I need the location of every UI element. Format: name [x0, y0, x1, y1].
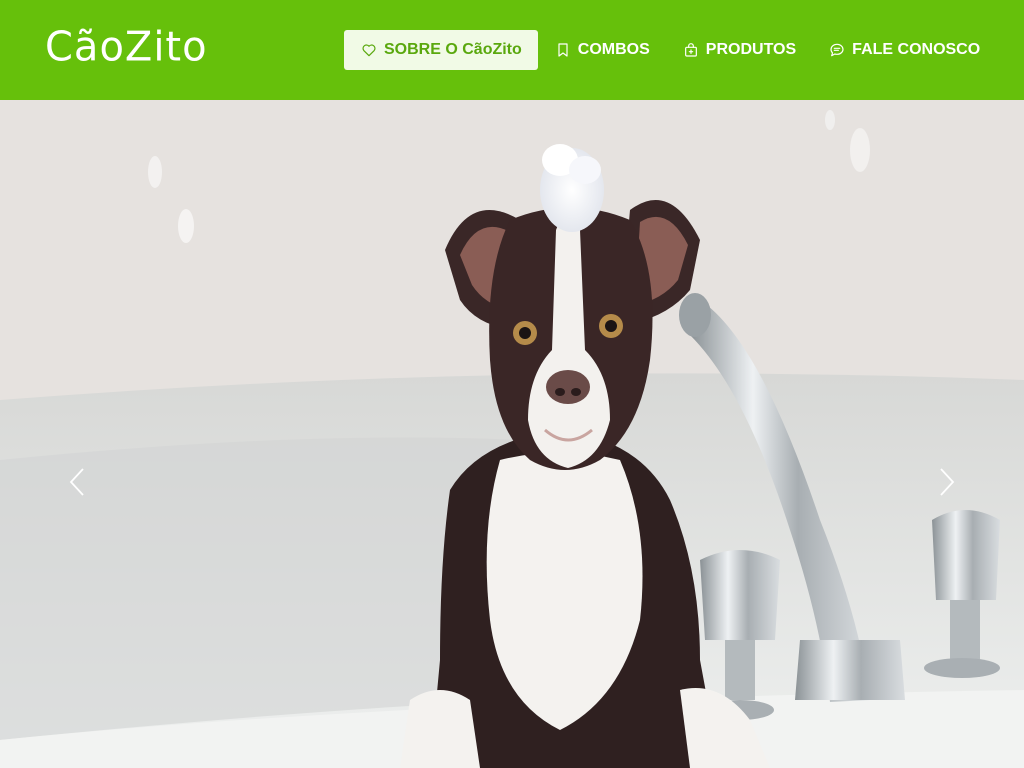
chevron-left-icon [69, 468, 84, 496]
chevron-right-icon [940, 468, 955, 496]
nav-item-label: COMBOS [577, 41, 650, 58]
nav-item-combos[interactable]: COMBOS [538, 30, 666, 70]
bag-icon [682, 41, 700, 59]
nav-item-label: SOBRE O CãoZito [384, 41, 522, 58]
bookmark-icon [554, 41, 572, 59]
nav-item-label: FALE CONOSCO [852, 41, 981, 58]
chat-icon [828, 41, 846, 59]
carousel-prev-button[interactable] [62, 464, 92, 500]
nav-item-fale-conosco[interactable]: FALE CONOSCO [812, 30, 996, 70]
main-nav: SOBRE O CãoZito COMBOS PRODUTOS FALE CON… [344, 30, 996, 70]
nav-item-produtos[interactable]: PRODUTOS [666, 30, 812, 70]
nav-item-label: PRODUTOS [705, 41, 797, 58]
brand-logo[interactable]: CãoZito [45, 24, 208, 71]
dog-in-bathtub-photo [0, 100, 1024, 768]
heart-icon [360, 41, 378, 59]
hero-carousel [0, 100, 1024, 768]
top-navbar: CãoZito SOBRE O CãoZito COMBOS PRODUTOS … [0, 0, 1024, 100]
nav-item-sobre[interactable]: SOBRE O CãoZito [344, 30, 538, 70]
carousel-next-button[interactable] [932, 464, 962, 500]
